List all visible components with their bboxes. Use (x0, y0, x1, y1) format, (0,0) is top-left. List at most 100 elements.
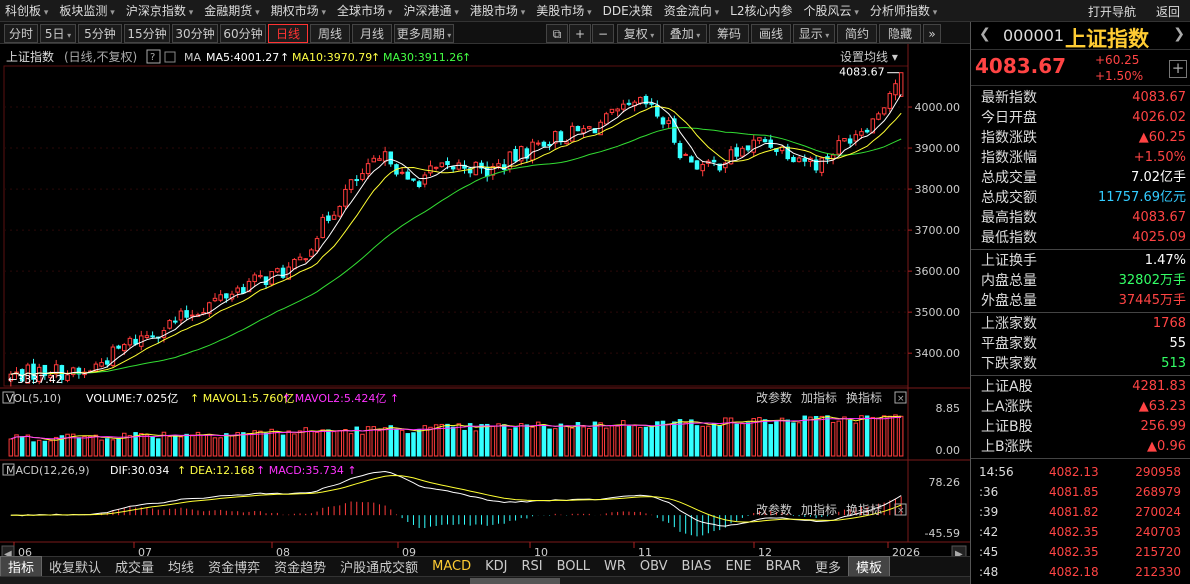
quote-side-panel: ❮ 000001 上证指数 ❯ 4083.67 +60.25 +1.50% + … (970, 22, 1190, 584)
vol-action-0[interactable]: 改参数 (756, 390, 792, 405)
volume-bar (456, 423, 462, 457)
indicator-tab-9[interactable]: RSI (514, 559, 549, 574)
menu-item-8[interactable]: 美股市场 (531, 2, 591, 19)
indicator-tab-4[interactable]: 资金博弈 (201, 557, 267, 576)
indicator-tab-14[interactable]: ENE (718, 559, 758, 574)
volume-bar (887, 415, 893, 457)
volume-bar (745, 422, 751, 457)
indicator-tab-0[interactable]: 指标 (0, 556, 43, 577)
volume-bar (518, 423, 524, 457)
indicator-tab-1[interactable]: 收复默认 (42, 557, 108, 576)
period-tab-2[interactable]: 5分钟 (78, 24, 122, 43)
indicator-tab-5[interactable]: 资金趋势 (267, 557, 333, 576)
tool-button-4[interactable]: 显示 (793, 24, 835, 43)
open-navigation-button[interactable]: 打开导航 (1078, 3, 1146, 20)
indicator-tab-2[interactable]: 成交量 (108, 557, 161, 576)
quote-value: 4281.83 (1132, 379, 1186, 394)
divider (971, 458, 1190, 459)
volume-bar (598, 422, 603, 457)
horizontal-scrollbar[interactable] (0, 576, 970, 584)
copy-icon[interactable]: ⧉ (546, 24, 568, 43)
add-watchlist-button[interactable]: + (1169, 60, 1187, 78)
quote-row: 下跌家数 513 (971, 354, 1190, 374)
period-tab-7[interactable]: 周线 (310, 24, 350, 43)
toolbar-more-icon[interactable]: » (923, 24, 941, 43)
vol-axis-top: 8.85 (936, 402, 961, 415)
zoom-in-icon[interactable]: + (569, 24, 591, 43)
indicator-tab-15[interactable]: BRAR (759, 559, 808, 574)
candle-body (683, 153, 688, 156)
ma-settings-button[interactable]: 设置均线 ▾ (840, 50, 898, 64)
candle-body (399, 171, 405, 174)
indicator-tab-13[interactable]: BIAS (675, 559, 719, 574)
period-tab-3[interactable]: 15分钟 (124, 24, 170, 43)
indicator-tab-17[interactable]: 模板 (847, 556, 890, 577)
indicator-tab-6[interactable]: 沪股通成交额 (333, 557, 425, 576)
prev-stock-icon[interactable]: ❮ (979, 26, 991, 42)
candle-body (371, 157, 377, 163)
volume-bar (467, 423, 473, 457)
menu-item-9[interactable]: DDE决策 (598, 2, 653, 19)
period-tab-8[interactable]: 月线 (352, 24, 392, 43)
candle-body (184, 310, 189, 318)
indicator-tab-10[interactable]: BOLL (550, 559, 597, 574)
menu-item-4[interactable]: 期权市场 (266, 2, 326, 19)
vol-action-1[interactable]: 加指标 (801, 390, 837, 405)
price-axis-label: 3800.00 (915, 183, 961, 196)
candle-body (241, 287, 246, 294)
quote-label: 外盘总量 (981, 293, 1037, 309)
indicator-tab-12[interactable]: OBV (633, 559, 675, 574)
menu-item-6[interactable]: 沪深港通 (398, 2, 458, 19)
menu-item-13[interactable]: 分析师指数 (865, 2, 937, 19)
tool-button-1[interactable]: 叠加 (663, 24, 707, 43)
period-tab-6[interactable]: 日线 (268, 24, 308, 43)
divider (971, 375, 1190, 376)
candle-body (422, 174, 428, 185)
macd-action-1[interactable]: 加指标 (801, 502, 837, 517)
tool-button-5[interactable]: 简约 (837, 24, 877, 43)
quote-label: 上A涨跌 (981, 399, 1033, 415)
kline-chart[interactable]: 4000.00 3900.00 3800.00 3700.00 3600.00 3500.… (0, 44, 970, 564)
volume-bar (728, 417, 734, 457)
indicator-tab-7[interactable]: MACD (425, 559, 478, 574)
macd-dif: DIF:30.034 (110, 464, 169, 477)
candle-body (569, 125, 575, 142)
candle-body (558, 131, 564, 143)
tool-button-6[interactable]: 隐藏 (879, 24, 921, 43)
macd-action-0[interactable]: 改参数 (756, 502, 792, 517)
menu-item-0[interactable]: 科创板 (0, 2, 48, 19)
menu-item-12[interactable]: 个股风云 (798, 2, 858, 19)
candle-body (666, 120, 671, 125)
indicator-tab-16[interactable]: 更多 (808, 557, 848, 576)
zoom-out-icon[interactable]: − (592, 24, 614, 43)
macd-action-2[interactable]: 换指标 (846, 502, 882, 517)
period-tab-1[interactable]: 5日 (40, 24, 76, 43)
scroll-thumb[interactable] (470, 578, 560, 584)
back-button[interactable]: 返回 (1146, 3, 1190, 20)
indicator-tab-8[interactable]: KDJ (478, 559, 514, 574)
tool-button-0[interactable]: 复权 (617, 24, 661, 43)
period-tab-5[interactable]: 60分钟 (220, 24, 266, 43)
period-tab-4[interactable]: 30分钟 (172, 24, 218, 43)
menu-item-1[interactable]: 板块监测 (54, 2, 114, 19)
tick-price: 4081.82 (1049, 505, 1099, 519)
menu-item-10[interactable]: 资金流向 (659, 2, 719, 19)
quote-label: 上涨家数 (981, 316, 1037, 332)
tool-button-2[interactable]: 筹码 (709, 24, 749, 43)
volume-bar (706, 425, 711, 457)
menu-item-7[interactable]: 港股市场 (465, 2, 525, 19)
indicator-tab-11[interactable]: WR (597, 559, 633, 574)
vol-action-2[interactable]: 换指标 (846, 390, 882, 405)
menu-item-11[interactable]: L2核心内参 (725, 2, 792, 19)
menu-item-5[interactable]: 全球市场 (332, 2, 392, 19)
menu-item-2[interactable]: 沪深京指数 (121, 2, 193, 19)
volume-bar (655, 421, 660, 457)
period-tab-9[interactable]: 更多周期 (394, 24, 454, 43)
menu-item-3[interactable]: 金融期货 (199, 2, 259, 19)
period-tab-0[interactable]: 分时 (4, 24, 38, 43)
tool-button-3[interactable]: 画线 (751, 24, 791, 43)
indicator-tab-3[interactable]: 均线 (161, 557, 201, 576)
next-stock-icon[interactable]: ❯ (1173, 26, 1185, 42)
volume-bar (473, 430, 479, 457)
quote-value: 4025.09 (1132, 230, 1186, 245)
